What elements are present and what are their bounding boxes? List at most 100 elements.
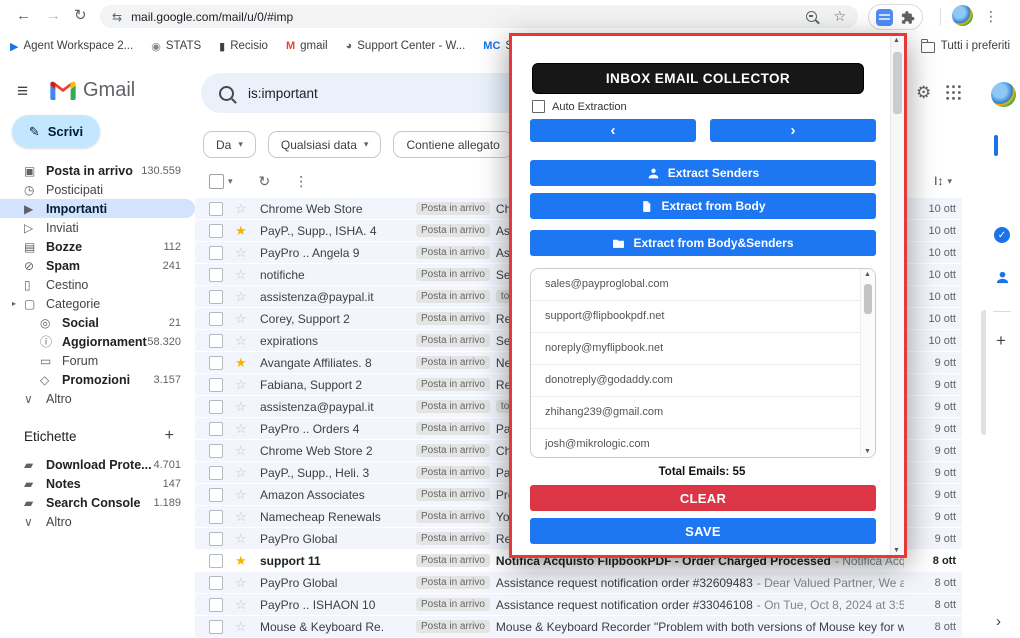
calendar-icon[interactable] [994,135,998,156]
popup-scrollbar[interactable]: ▲ ▼ [890,36,904,555]
row-checkbox[interactable] [209,268,223,282]
reload-icon[interactable]: ↻ [74,6,87,26]
sidebar-item-categorie[interactable]: ▸▢Categorie [0,294,195,313]
refresh-icon[interactable]: ↻ [259,173,271,190]
sidebar-item-social[interactable]: ◎Social21 [0,313,195,332]
row-checkbox[interactable] [209,598,223,612]
chevron-right-icon[interactable]: › [996,613,1001,630]
filter-chip-qualsiasi-data[interactable]: Qualsiasi data▾ [268,131,382,158]
bookmark-item[interactable]: ◉STATS [151,40,201,53]
next-page-button[interactable]: › [710,119,876,142]
scroll-down-icon[interactable]: ▼ [893,547,900,554]
filter-chip-contiene-allegato[interactable]: Contiene allegato [393,131,512,158]
apps-grid-icon[interactable] [946,85,961,100]
sidebar-item-altro[interactable]: ∨Altro [0,389,195,408]
sidebar-item-forum[interactable]: ▭Forum [0,351,195,370]
add-label-icon[interactable]: + [165,427,174,445]
bookmark-item[interactable]: Mgmail [286,40,328,52]
auto-extraction-checkbox[interactable] [532,100,545,113]
hamburger-icon[interactable]: ≡ [17,81,28,103]
menu-icon[interactable]: ⋮ [984,6,998,26]
sort-control[interactable]: I↕ ▾ [934,174,952,188]
profile-avatar[interactable] [952,5,973,26]
site-info-icon[interactable]: ⇆ [112,10,122,24]
prev-page-button[interactable]: ‹ [530,119,696,142]
star-icon[interactable]: ☆ [235,598,251,612]
row-checkbox[interactable] [209,466,223,480]
extract-senders-button[interactable]: Extract Senders [530,160,876,186]
clear-button[interactable]: CLEAR [530,485,876,511]
star-icon[interactable]: ☆ [235,620,251,634]
star-icon[interactable]: ☆ [235,400,251,414]
sidebar-item-aggiornamenti[interactable]: ⓘAggiornamenti58.320 [0,332,195,351]
url-text[interactable]: mail.google.com/mail/u/0/#imp [131,10,293,24]
star-icon[interactable]: ☆ [235,246,251,260]
sidebar-item-posta-in-arrivo[interactable]: ▣Posta in arrivo130.559 [0,161,195,180]
star-icon[interactable]: ☆ [235,532,251,546]
expander-icon[interactable]: ▸ [12,299,24,308]
scroll-down-icon[interactable]: ▼ [864,448,871,455]
star-icon[interactable]: ★ [235,554,251,568]
search-query[interactable]: is:important [248,86,318,101]
bookmark-star-icon[interactable]: ☆ [833,8,846,25]
email-row[interactable]: ☆PayPro .. ISHAON 10Posta in arrivoAssis… [195,594,962,616]
sidebar-item-importanti[interactable]: ▶Importanti [0,199,195,218]
compose-button[interactable]: ✎ Scrivi [12,115,100,148]
collected-email-item[interactable]: sales@payproglobal.com [531,269,875,301]
contacts-icon[interactable] [994,269,1011,286]
back-icon[interactable]: ← [16,6,31,26]
row-checkbox[interactable] [209,224,223,238]
sidebar-item-posticipati[interactable]: ◷Posticipati [0,180,195,199]
forward-icon[interactable]: → [46,6,61,26]
filter-chip-da[interactable]: Da▾ [203,131,256,158]
row-checkbox[interactable] [209,356,223,370]
address-bar[interactable]: ⇆ mail.google.com/mail/u/0/#imp ☆ [100,5,858,28]
collected-email-item[interactable]: donotreply@godaddy.com [531,365,875,397]
account-avatar[interactable] [991,82,1016,107]
bookmark-item[interactable]: ▮Recisio [219,40,268,53]
star-icon[interactable]: ★ [235,356,251,370]
more-options-icon[interactable]: ⋮ [294,173,308,190]
row-checkbox[interactable] [209,400,223,414]
puzzle-icon[interactable] [900,10,915,25]
save-button[interactable]: SAVE [530,518,876,544]
settings-gear-icon[interactable]: ⚙ [916,83,931,103]
extract-body-button[interactable]: Extract from Body [530,193,876,219]
row-checkbox[interactable] [209,378,223,392]
collected-email-item[interactable]: josh@mikrologic.com [531,429,875,458]
sidebar-item-bozze[interactable]: ▤Bozze112 [0,237,195,256]
star-icon[interactable]: ☆ [235,202,251,216]
collected-email-item[interactable]: zhihang239@gmail.com [531,397,875,429]
star-icon[interactable]: ☆ [235,422,251,436]
row-checkbox[interactable] [209,554,223,568]
collected-email-item[interactable]: noreply@myflipbook.net [531,333,875,365]
scroll-thumb[interactable] [864,284,872,314]
row-checkbox[interactable] [209,312,223,326]
row-checkbox[interactable] [209,290,223,304]
star-icon[interactable]: ☆ [235,290,251,304]
row-checkbox[interactable] [209,334,223,348]
star-icon[interactable]: ☆ [235,378,251,392]
sidebar-item-promozioni[interactable]: ◇Promozioni3.157 [0,370,195,389]
get-addons-icon[interactable]: + [996,331,1006,351]
row-checkbox[interactable] [209,532,223,546]
row-checkbox[interactable] [209,620,223,634]
scroll-thumb[interactable] [893,52,902,114]
star-icon[interactable]: ★ [235,224,251,238]
extract-body-senders-button[interactable]: Extract from Body&Senders [530,230,876,256]
star-icon[interactable]: ☆ [235,334,251,348]
emails-list-scrollbar[interactable]: ▲ ▼ [860,269,875,457]
tasks-icon[interactable]: ✓ [994,227,1010,243]
row-checkbox[interactable] [209,246,223,260]
collected-email-item[interactable]: support@flipbookpdf.net [531,301,875,333]
sidebar-item-download-prote-[interactable]: ▰Download Prote...4.701 [0,455,195,474]
scroll-up-icon[interactable]: ▲ [864,271,871,278]
bookmark-item[interactable]: ▶Agent Workspace 2... [10,40,133,53]
sidebar-item-inviati[interactable]: ▷Inviati [0,218,195,237]
star-icon[interactable]: ☆ [235,488,251,502]
zoom-icon[interactable] [806,11,817,22]
sidebar-item-notes[interactable]: ▰Notes147 [0,474,195,493]
bookmark-item[interactable]: ◕Support Center - W... [346,40,466,52]
sidebar-item-cestino[interactable]: ▯Cestino [0,275,195,294]
email-row[interactable]: ☆Mouse & Keyboard Re.Posta in arrivoMous… [195,616,962,638]
